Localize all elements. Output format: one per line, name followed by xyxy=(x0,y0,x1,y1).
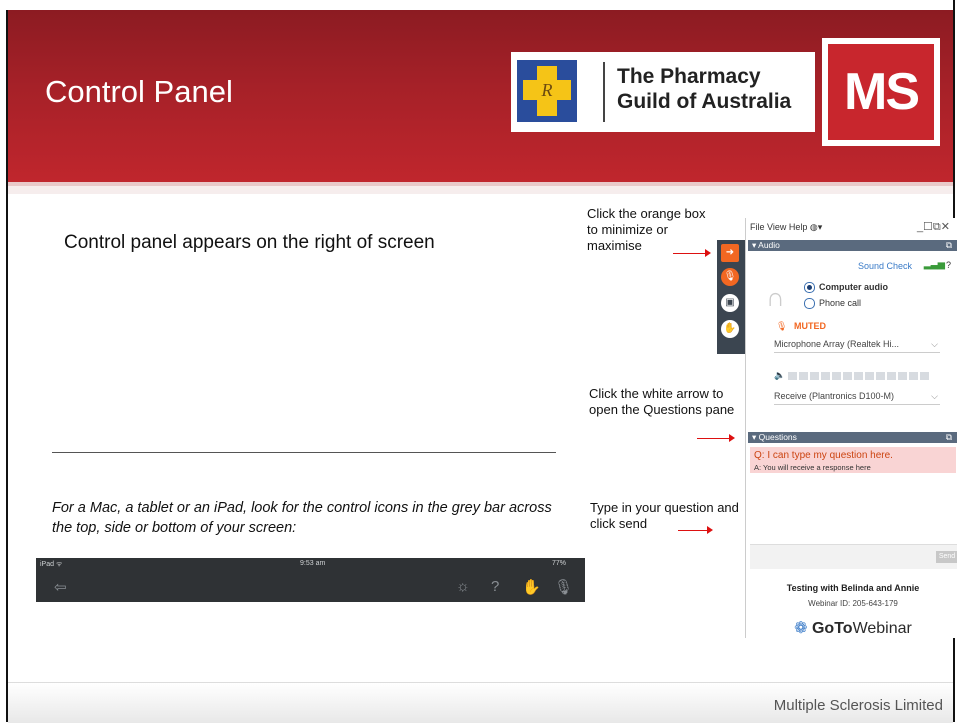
ms-logo-text: MS xyxy=(828,44,934,140)
questions-pane-label: ▾ Questions xyxy=(752,432,797,442)
send-button[interactable]: Send xyxy=(936,551,957,563)
guild-cross-icon: R xyxy=(517,60,577,122)
audio-pane-label: ▾ Audio xyxy=(752,240,780,250)
gotowebinar-control-panel: File View Help ◍▾ _☐⧉✕ ▾ Audio ⧉ Sound C… xyxy=(745,218,957,638)
arrow-questions xyxy=(697,434,735,442)
popout-icon[interactable]: ⧉ xyxy=(946,432,952,443)
mute-mic-icon[interactable]: 🎙 xyxy=(721,268,739,286)
help-icon[interactable]: ? xyxy=(491,578,499,595)
radio-selected-icon[interactable] xyxy=(804,282,815,294)
screen-icon[interactable]: ▣ xyxy=(721,294,739,312)
footer-text: Multiple Sclerosis Limited xyxy=(773,697,943,714)
computer-audio-option[interactable]: Computer audio xyxy=(804,282,888,294)
minimize-arrow-icon[interactable]: ➜ xyxy=(721,244,739,262)
arrow-orange-box xyxy=(673,249,711,257)
guild-name-line2: Guild of Australia xyxy=(617,90,792,113)
speaker-select-value: Receive (Plantronics D100-M) xyxy=(774,391,895,401)
guild-name-line1: The Pharmacy xyxy=(617,65,761,88)
popout-icon[interactable]: ⧉ xyxy=(946,240,952,251)
ipad-time: 9:53 am xyxy=(300,560,326,567)
slide: Control Panel R The Pharmacy Guild of Au… xyxy=(0,0,957,723)
webinar-id: Webinar ID: 205-643-179 xyxy=(808,599,898,608)
ipad-control-bar: iPad ᯤ 9:53 am 77% ⇦ ☼ ? ✋ 🎙 xyxy=(36,558,585,602)
microphone-icon[interactable]: 🎙 xyxy=(554,578,573,596)
gtw-window-controls[interactable]: _☐⧉✕ xyxy=(917,220,950,234)
gear-icon[interactable]: ☼ xyxy=(456,578,470,595)
guild-cross-letter: R xyxy=(541,80,553,100)
question-input[interactable]: Send xyxy=(750,544,957,569)
logo-separator xyxy=(603,62,605,122)
pharmacy-guild-logo: R The Pharmacy Guild of Australia xyxy=(511,52,815,132)
gtw-side-strip: ➜ 🎙 ▣ ✋ xyxy=(717,240,745,354)
header-divider-light xyxy=(8,186,953,194)
radio-icon[interactable] xyxy=(804,298,815,310)
guild-name: The Pharmacy Guild of Australia xyxy=(617,64,791,114)
mic-muted-icon: 🎙 xyxy=(776,321,788,331)
question-log: Q: I can type my question here. A: You w… xyxy=(750,447,956,473)
speaker-icon: 🔈 xyxy=(774,370,786,380)
speaker-level-meter: 🔈 xyxy=(774,370,931,381)
annotation-type-question: Type in your question and click send xyxy=(590,500,739,531)
chevron-down-icon: ⌵ xyxy=(931,339,938,349)
arrow-send xyxy=(678,526,713,534)
mac-instructions: For a Mac, a tablet or an iPad, look for… xyxy=(52,500,552,536)
content-divider xyxy=(52,452,556,453)
phone-call-option[interactable]: Phone call xyxy=(804,298,862,310)
raise-hand-icon[interactable]: ✋ xyxy=(522,578,541,596)
footer: Multiple Sclerosis Limited xyxy=(8,682,953,723)
signal-bars-icon: ▂▃▅ xyxy=(924,259,945,269)
ipad-device-label: iPad ᯤ xyxy=(40,561,63,568)
main-text: Control panel appears on the right of sc… xyxy=(64,232,435,253)
sound-check-link[interactable]: Sound Check xyxy=(858,261,912,271)
gtw-menu-bar[interactable]: File View Help ◍▾ xyxy=(750,222,822,233)
answer-text: A: You will receive a response here xyxy=(754,463,871,472)
raise-hand-icon[interactable]: ✋ xyxy=(721,320,739,338)
chevron-down-icon: ⌵ xyxy=(931,391,938,401)
audio-pane-header[interactable]: ▾ Audio ⧉ xyxy=(748,240,957,251)
speaker-select[interactable]: Receive (Plantronics D100-M) ⌵ xyxy=(774,388,940,405)
ms-logo: MS xyxy=(822,38,940,146)
help-icon[interactable]: ? xyxy=(946,260,951,270)
exit-icon[interactable]: ⇦ xyxy=(54,578,67,596)
brand-goto: GoTo xyxy=(811,620,853,637)
phone-call-label: Phone call xyxy=(819,298,862,308)
gotowebinar-flower-icon: ❁ xyxy=(794,620,808,637)
headset-icon: ∩ xyxy=(766,282,785,312)
computer-audio-label: Computer audio xyxy=(819,282,888,292)
question-text: Q: I can type my question here. xyxy=(754,450,893,461)
muted-label: MUTED xyxy=(794,321,826,331)
slide-title: Control Panel xyxy=(45,74,233,109)
brand-webinar: Webinar xyxy=(852,620,912,637)
microphone-select-value: Microphone Array (Realtek Hi... xyxy=(774,339,900,349)
microphone-select[interactable]: Microphone Array (Realtek Hi... ⌵ xyxy=(774,336,940,353)
annotation-white-arrow: Click the white arrow to open the Questi… xyxy=(589,386,735,417)
webinar-title: Testing with Belinda and Annie xyxy=(786,583,920,593)
questions-pane-header[interactable]: ▾ Questions ⧉ xyxy=(748,432,957,443)
gotowebinar-logo: ❁ GoToWebinar xyxy=(748,618,957,638)
slide-border-left xyxy=(6,10,8,722)
annotation-orange-box: Click the orange box to minimize or maxi… xyxy=(587,206,706,253)
ipad-battery: 77% xyxy=(552,560,567,567)
